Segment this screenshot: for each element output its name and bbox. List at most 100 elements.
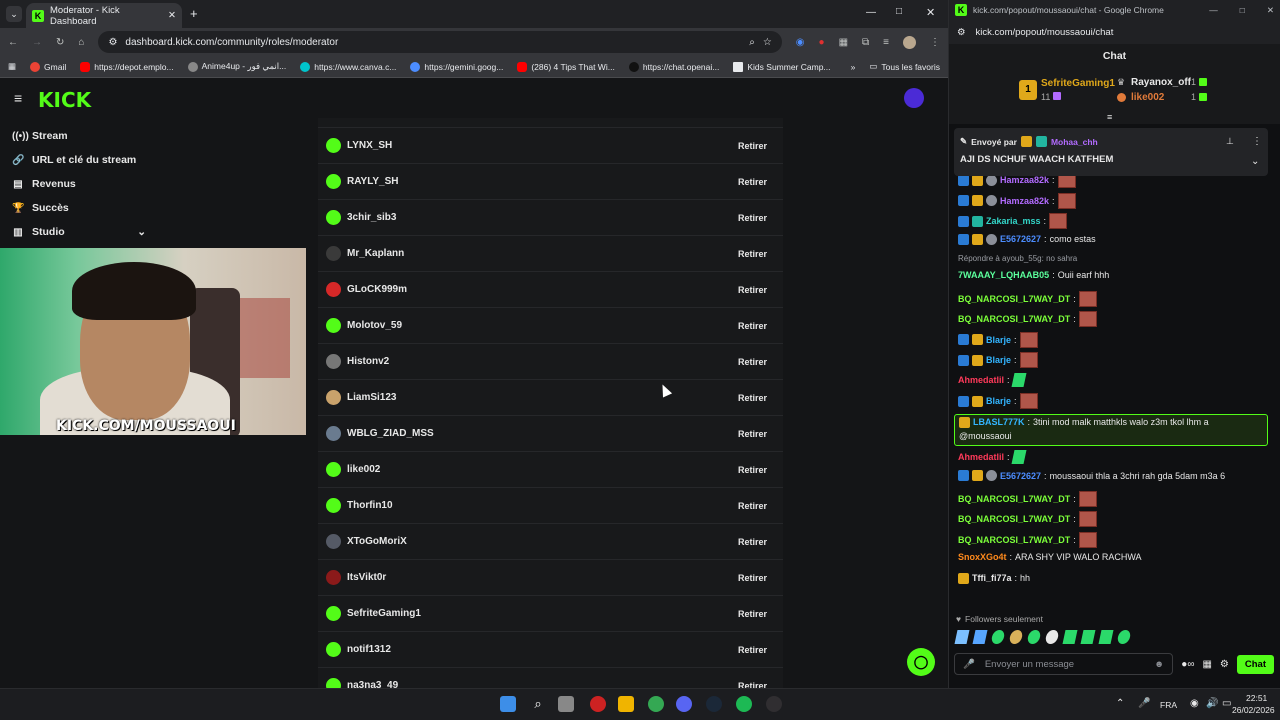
chat-message[interactable]: Zakaria_mss: bbox=[958, 213, 1268, 229]
chat-username[interactable]: Tffi_fi77a bbox=[972, 573, 1012, 583]
new-tab-button[interactable]: + bbox=[190, 6, 198, 21]
bookmark-canva[interactable]: https://www.canva.c... bbox=[300, 61, 396, 72]
steam-icon[interactable] bbox=[706, 696, 722, 712]
chat-message[interactable]: BQ_NARCOSI_L7WAY_DT: bbox=[958, 490, 1268, 507]
chat-send-button[interactable]: Chat bbox=[1236, 654, 1274, 674]
chat-username[interactable]: E5672627 bbox=[1000, 234, 1041, 244]
battery-icon[interactable]: ▭ bbox=[1222, 698, 1231, 709]
chat-message[interactable]: BQ_NARCOSI_L7WAY_DT: bbox=[958, 531, 1268, 548]
moderator-name[interactable]: notif1312 bbox=[347, 644, 730, 655]
bookmark-youtube[interactable]: (286) 4 Tips That Wi... bbox=[517, 61, 615, 72]
chat-username[interactable]: Blarje bbox=[986, 335, 1011, 345]
emote-icon[interactable] bbox=[1080, 630, 1096, 644]
chat-message[interactable]: Ahmedatlil: bbox=[958, 372, 1268, 387]
remove-moderator-button[interactable]: Retirer bbox=[730, 281, 775, 299]
remove-moderator-button[interactable]: Retirer bbox=[730, 389, 775, 407]
moderator-name[interactable]: Molotov_59 bbox=[347, 320, 730, 331]
task-view-icon[interactable] bbox=[558, 696, 574, 712]
leader-name[interactable]: SefriteGaming1 bbox=[1041, 78, 1115, 89]
chat-username[interactable]: Ahmedatlil bbox=[958, 452, 1004, 462]
emote-icon[interactable] bbox=[1026, 630, 1042, 644]
chat-address-bar[interactable]: ⚙ kick.com/popout/moussaoui/chat bbox=[949, 20, 1280, 44]
emote-icon[interactable] bbox=[1098, 630, 1114, 644]
profile-avatar[interactable] bbox=[903, 35, 916, 49]
sidebar-item-revenue[interactable]: ▤ Revenus bbox=[12, 178, 76, 190]
chat-message[interactable]: Blarje: bbox=[958, 393, 1268, 409]
remove-moderator-button[interactable]: Retirer bbox=[730, 605, 775, 623]
chat-username[interactable]: BQ_NARCOSI_L7WAY_DT bbox=[958, 494, 1070, 504]
minimize-button[interactable]: — bbox=[866, 7, 876, 18]
wifi-icon[interactable]: ◉ bbox=[1190, 698, 1199, 709]
chat-input[interactable]: 🎤 Envoyer un message ☻ bbox=[954, 653, 1174, 675]
file-explorer-icon[interactable] bbox=[618, 696, 634, 712]
chat-username[interactable]: BQ_NARCOSI_L7WAY_DT bbox=[958, 314, 1070, 324]
volume-icon[interactable]: 🔊 bbox=[1206, 698, 1218, 709]
hamburger-menu-icon[interactable]: ≡ bbox=[14, 90, 22, 106]
emote-icon[interactable] bbox=[1008, 630, 1024, 644]
site-info-icon[interactable]: ⚙ bbox=[957, 27, 966, 38]
moderator-name[interactable]: Mr_Kaplann bbox=[347, 248, 730, 259]
moderator-name[interactable]: XToGoMoriX bbox=[347, 536, 730, 547]
user-avatar[interactable] bbox=[904, 88, 924, 108]
chat-message[interactable]: BQ_NARCOSI_L7WAY_DT: bbox=[958, 290, 1268, 307]
home-icon[interactable]: ⌂ bbox=[78, 37, 84, 48]
remove-moderator-button[interactable]: Retirer bbox=[730, 425, 775, 443]
moderator-name[interactable]: Histonv2 bbox=[347, 356, 730, 367]
moderator-name[interactable]: na3na3_49 bbox=[347, 680, 730, 688]
sidebar-item-achievements[interactable]: 🏆 Succès bbox=[12, 202, 69, 214]
remove-moderator-button[interactable]: Retirer bbox=[730, 209, 775, 227]
bookmark-anime4up[interactable]: Anime4up - انمي فور... bbox=[187, 61, 286, 72]
moderator-name[interactable]: 3chir_sib3 bbox=[347, 212, 730, 223]
windows-start-icon[interactable] bbox=[500, 696, 516, 712]
remove-moderator-button[interactable]: Retirer bbox=[730, 137, 775, 155]
sidebar-item-stream-url[interactable]: 🔗 URL et clé du stream bbox=[12, 154, 136, 166]
site-info-icon[interactable]: ⚙ bbox=[108, 37, 117, 48]
chat-username[interactable]: Hamzaa82k bbox=[1000, 176, 1049, 185]
microphone-icon[interactable]: 🎤 bbox=[963, 659, 975, 670]
chat-message[interactable]: LBASL777K:3tini mod malk matthkls walo z… bbox=[954, 413, 1268, 446]
tab-search-button[interactable]: ⌄ bbox=[6, 6, 22, 22]
close-window-button[interactable]: ✕ bbox=[1267, 5, 1274, 16]
chat-username[interactable]: SnoxXGo4t bbox=[958, 552, 1007, 562]
obs-icon[interactable] bbox=[766, 696, 782, 712]
media-icon[interactable]: ≡ bbox=[883, 37, 889, 48]
maximize-button[interactable]: □ bbox=[896, 6, 902, 17]
emote-icon[interactable] bbox=[1044, 630, 1060, 644]
collapse-icon[interactable]: ≡ bbox=[1107, 112, 1112, 122]
address-bar[interactable]: ⚙ dashboard.kick.com/community/roles/mod… bbox=[98, 31, 782, 53]
chat-message[interactable]: SnoxXGo4t: ARA SHY VIP WALO RACHWA bbox=[958, 552, 1268, 562]
bookmark-chatgpt[interactable]: https://chat.openai... bbox=[628, 61, 719, 72]
moderator-name[interactable]: like002 bbox=[347, 464, 730, 475]
remove-moderator-button[interactable]: Retirer bbox=[730, 353, 775, 371]
more-bookmarks-icon[interactable]: » bbox=[851, 62, 856, 72]
moderator-name[interactable]: GLoCK999m bbox=[347, 284, 730, 295]
maximize-button[interactable]: □ bbox=[1240, 5, 1245, 15]
store-icon[interactable]: ▦ bbox=[1202, 659, 1211, 670]
remove-moderator-button[interactable]: Retirer bbox=[730, 497, 775, 515]
bookmark-kids-camp[interactable]: Kids Summer Camp... bbox=[733, 61, 831, 72]
remove-moderator-button[interactable]: Retirer bbox=[730, 173, 775, 191]
chat-username[interactable]: BQ_NARCOSI_L7WAY_DT bbox=[958, 514, 1070, 524]
emote-icon[interactable] bbox=[954, 630, 970, 644]
app-icon[interactable] bbox=[590, 696, 606, 712]
all-bookmarks[interactable]: ▭ Tous les favoris bbox=[869, 61, 940, 72]
moderator-name[interactable]: RAYLY_SH bbox=[347, 176, 730, 187]
remove-moderator-button[interactable]: Retirer bbox=[730, 641, 775, 659]
settings-icon[interactable]: ⚙ bbox=[1220, 659, 1229, 670]
sidebar-item-stream[interactable]: ((•)) Stream bbox=[12, 130, 68, 142]
extension-icon[interactable]: ◉ bbox=[796, 37, 805, 48]
menu-icon[interactable]: ⋮ bbox=[930, 37, 940, 48]
leader-name[interactable]: like002 bbox=[1131, 92, 1164, 103]
chat-username[interactable]: Ahmedatlil bbox=[958, 375, 1004, 385]
remove-moderator-button[interactable]: Retirer bbox=[730, 677, 775, 689]
moderator-name[interactable]: ItsVikt0r bbox=[347, 572, 730, 583]
emote-icon[interactable] bbox=[1062, 630, 1078, 644]
chat-username[interactable]: 7WAAAY_LQHAAB05 bbox=[958, 270, 1049, 280]
support-button[interactable]: ◯ bbox=[907, 648, 935, 676]
extension-icon[interactable]: ● bbox=[819, 37, 825, 48]
extension-icon[interactable]: ▦ bbox=[839, 37, 848, 48]
moderator-name[interactable]: WBLG_ZIAD_MSS bbox=[347, 428, 730, 439]
remove-moderator-button[interactable]: Retirer bbox=[730, 569, 775, 587]
chat-message[interactable]: Blarje: bbox=[958, 352, 1268, 368]
chat-message[interactable]: 7WAAAY_LQHAAB05: Ouii earf hhh bbox=[958, 270, 1268, 280]
